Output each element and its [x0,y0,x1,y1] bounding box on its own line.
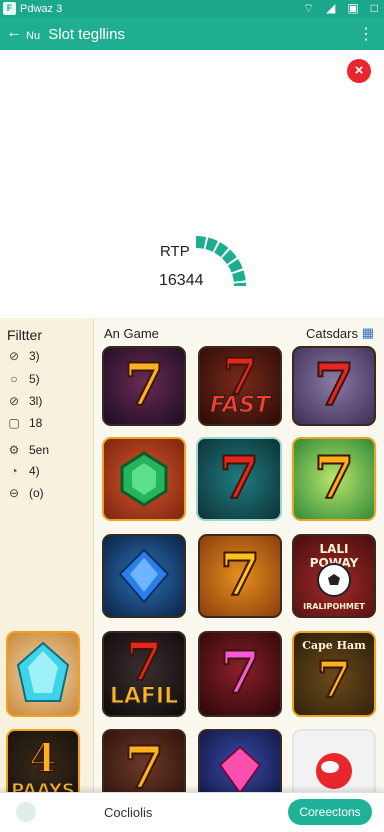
filter-option-icon: ▢ [8,416,20,430]
cyan-gem-icon [16,641,70,702]
games-section-title: An Game [104,326,159,341]
game-tile-cape-ham[interactable]: Cape Ham 7 [292,631,376,717]
collections-button[interactable]: Coreectons [288,799,372,825]
tile-seven-glyph: 7 [219,540,261,609]
tile-seven-glyph: 7 [313,350,355,419]
rtp-value: 16344 [159,272,204,289]
categories-label[interactable]: Catsdars [306,326,358,341]
box-icon: □ [370,1,378,15]
back-arrow-icon[interactable]: ← [6,24,22,42]
bottom-bar-label[interactable]: Cocliolis [104,805,152,820]
filter-option[interactable]: ◔ 4) [7,464,40,478]
filter-option-label: (o) [29,486,44,500]
blue-diamond-icon [118,548,170,604]
filter-option-label: 4) [29,464,40,478]
more-menu-icon[interactable]: ⋮ [358,24,374,44]
tile-seven-glyph: 7 [125,632,163,694]
signal-icon: ◢ [326,1,336,15]
tile-subcaption: IRALIPOHMET [303,602,365,611]
tile-seven-glyph: 7 [316,649,353,709]
filter-option-icon: ⚙ [8,443,20,457]
game-tile-lali-poway[interactable]: LALI POWAY IRALIPOHMET [292,534,376,618]
filter-option-icon: ○ [10,372,18,386]
game-tile-lafil[interactable]: 7 LAFIL [102,631,186,717]
filter-option[interactable]: ⊘ 3l) [7,394,42,408]
game-tile-fast[interactable]: 7 FAST [198,346,282,426]
filter-sidebar: Filtter ⊘ 3) ○ 5) ⊘ 3l) ▢ 18 ⚙ 5en ◔ 4) … [0,318,94,798]
filter-option-icon: ⊘ [8,394,20,408]
filter-option-icon: ⊘ [8,349,20,363]
tile-seven-glyph: 7 [218,443,260,512]
game-tile-blue-gem[interactable] [102,534,186,618]
filter-option-label: 18 [29,416,43,430]
filter-option[interactable]: ⊘ 3) [7,349,40,363]
tile-seven-glyph: 7 [313,443,355,512]
game-tile-cyan-gem[interactable] [6,631,80,717]
home-icon[interactable] [16,802,36,822]
status-icons: ⌔ ◢ ▣ □ [303,1,378,16]
status-bar-title: Pdwaz 3 [20,3,63,15]
filter-title: Filtter [7,327,42,343]
filter-option[interactable]: ▢ 18 [7,416,42,430]
tile-seven-glyph: 7 [123,350,165,419]
filter-option-label: 5) [29,372,40,386]
page-title-prefix: Nu [26,30,41,42]
tile-caption: FAST [209,393,271,419]
tile-digit-glyph: 4 [28,735,58,783]
green-gem-icon [120,451,168,507]
page-title-text: Slot tegllins [48,26,125,43]
square-icon: ▣ [347,1,359,15]
game-tile-seven-gold[interactable]: 7 [198,534,282,618]
status-bar: F Pdwaz 3 ⌔ ◢ ▣ □ [0,0,384,18]
filter-option-label: 5en [29,443,50,457]
filter-option-icon: ◔ [10,464,18,478]
filter-option-label: 3) [29,349,40,363]
app-bar: ← Nu Slot tegllins ⋮ [0,18,384,50]
bottom-bar: Cocliolis Coreectons [0,792,384,832]
game-tile-seven-green[interactable]: 7 [292,437,376,521]
game-tile-seven-teal[interactable]: 7 [196,437,282,521]
close-button[interactable]: × [347,59,371,83]
rtp-label: RTP [160,243,190,260]
game-tile-seven-red[interactable]: 7 [292,346,376,426]
filter-option-icon: ⊖ [8,486,20,500]
wifi-icon: ⌔ [302,1,315,15]
game-tile-green-gem[interactable] [102,437,186,521]
tile-seven-glyph: 7 [123,733,165,802]
app-badge-icon: F [3,2,16,15]
game-tile-seven-pink[interactable]: 7 [198,631,282,717]
rtp-panel: × RTP 16344 [0,50,384,318]
filter-option[interactable]: ⚙ 5en [7,443,49,457]
filter-option[interactable]: ⊖ (o) [7,486,44,500]
game-tile-seven-orange[interactable]: 7 [102,346,186,426]
filter-option-label: 3l) [29,394,43,408]
tile-seven-glyph: 7 [219,638,261,707]
page-title: Nu Slot tegllins [26,26,125,43]
filter-option[interactable]: ○ 5) [7,372,40,386]
calendar-icon[interactable]: ▦ [362,325,374,341]
tile-caption: LAFIL [109,684,179,710]
